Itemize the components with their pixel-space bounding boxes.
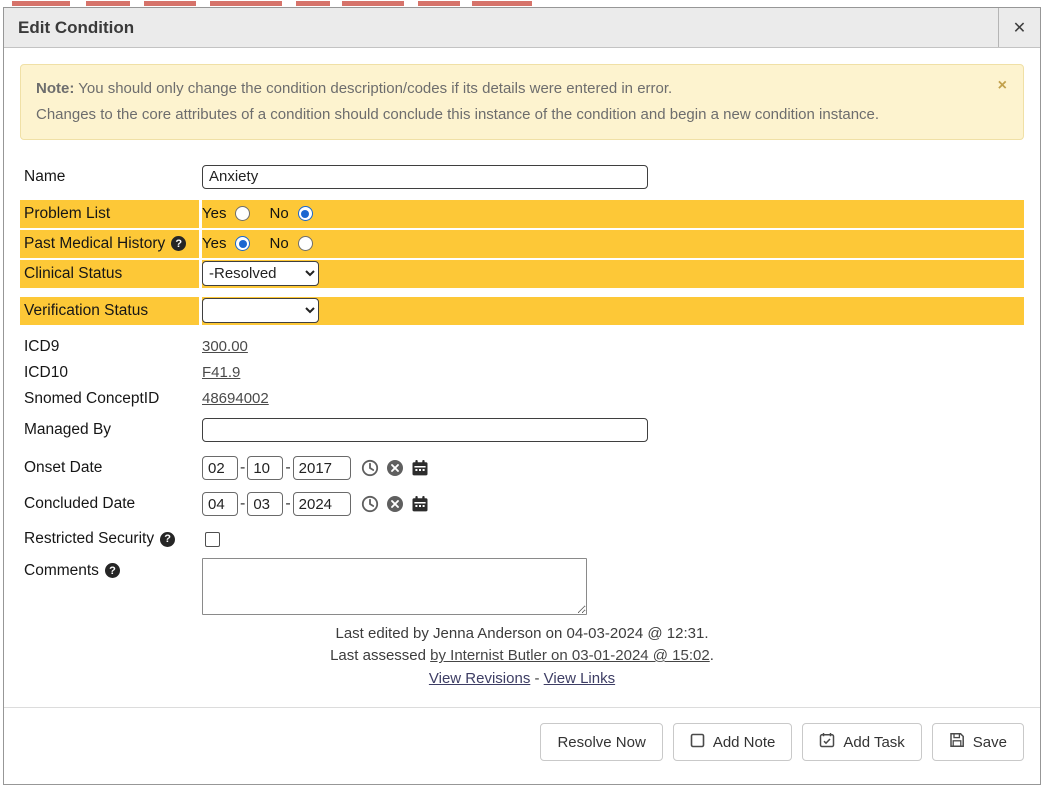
dialog-header: Edit Condition ✕: [4, 8, 1040, 48]
problem-list-yes-label: Yes: [202, 205, 226, 222]
resolve-now-button[interactable]: Resolve Now: [540, 723, 662, 761]
background-page-sliver: [0, 0, 1044, 7]
footer-divider: [4, 707, 1040, 708]
problem-list-label: Problem List: [20, 200, 202, 228]
managed-by-row: Managed By: [20, 415, 1024, 445]
onset-calendar-icon[interactable]: [411, 459, 429, 477]
help-icon[interactable]: ?: [105, 563, 120, 578]
snomed-code-link[interactable]: 48694002: [202, 390, 269, 407]
past-medical-history-radio-group: Yes No: [202, 235, 1024, 252]
last-assessed-link[interactable]: by Internist Butler on 03-01-2024 @ 15:0…: [430, 647, 710, 664]
clinical-status-label: Clinical Status: [20, 260, 202, 288]
restricted-security-row: Restricted Security ?: [20, 526, 1024, 553]
name-label: Name: [20, 168, 202, 186]
help-icon[interactable]: ?: [171, 236, 186, 251]
concluded-year-input[interactable]: [293, 492, 351, 516]
close-icon: ✕: [1013, 18, 1026, 38]
icd10-code-link[interactable]: F41.9: [202, 364, 240, 381]
dismiss-note-icon[interactable]: ×: [998, 78, 1007, 94]
verification-status-select[interactable]: [202, 298, 319, 323]
concluded-clear-icon[interactable]: [386, 495, 404, 513]
footer-button-bar: Resolve Now Add Note Add Task Save: [20, 723, 1024, 761]
onset-year-input[interactable]: [293, 456, 351, 480]
pmh-yes-label: Yes: [202, 235, 226, 252]
add-note-button[interactable]: Add Note: [673, 723, 793, 761]
icd10-label: ICD10: [20, 364, 202, 382]
past-medical-history-row: Past Medical History ? Yes No: [20, 230, 1024, 258]
add-task-button[interactable]: Add Task: [802, 723, 921, 761]
onset-clear-icon[interactable]: [386, 459, 404, 477]
problem-list-row: Problem List Yes No: [20, 200, 1024, 228]
icd9-label: ICD9: [20, 338, 202, 356]
onset-month-input[interactable]: [202, 456, 238, 480]
verification-status-row: Verification Status: [20, 297, 1024, 325]
dialog-body: Note: You should only change the conditi…: [4, 48, 1040, 784]
view-links-link[interactable]: View Links: [544, 670, 615, 687]
edit-condition-dialog: Edit Condition ✕ Note: You should only c…: [3, 7, 1041, 785]
last-assessed-text: Last assessed by Internist Butler on 03-…: [20, 645, 1024, 668]
help-icon[interactable]: ?: [160, 532, 175, 547]
name-input[interactable]: [202, 165, 648, 189]
past-medical-history-label: Past Medical History ?: [20, 230, 202, 258]
icd10-row: ICD10 F41.9: [20, 360, 1024, 386]
icd9-code-link[interactable]: 300.00: [202, 338, 248, 355]
managed-by-input[interactable]: [202, 418, 648, 442]
calendar-check-icon: [819, 732, 835, 752]
view-links-line: View Revisions - View Links: [20, 668, 1024, 691]
restricted-security-checkbox[interactable]: [205, 532, 220, 547]
concluded-month-input[interactable]: [202, 492, 238, 516]
note-label: Note:: [36, 80, 74, 97]
note-line-1: Note: You should only change the conditi…: [36, 76, 983, 102]
note-icon: [690, 733, 705, 752]
clinical-status-row: Clinical Status -Resolved: [20, 260, 1024, 288]
problem-list-radio-group: Yes No: [202, 205, 1024, 222]
problem-list-no-label: No: [269, 205, 288, 222]
save-icon: [949, 732, 965, 752]
note-line-2: Changes to the core attributes of a cond…: [36, 102, 983, 128]
snomed-label: Snomed ConceptID: [20, 390, 202, 408]
dialog-title: Edit Condition: [4, 18, 134, 38]
onset-current-time-icon[interactable]: [361, 459, 379, 477]
snomed-row: Snomed ConceptID 48694002: [20, 386, 1024, 412]
concluded-date-row: Concluded Date - -: [20, 490, 1024, 519]
name-row: Name: [20, 162, 1024, 192]
concluded-current-time-icon[interactable]: [361, 495, 379, 513]
concluded-calendar-icon[interactable]: [411, 495, 429, 513]
concluded-day-input[interactable]: [247, 492, 283, 516]
save-button[interactable]: Save: [932, 723, 1024, 761]
warning-note-banner: Note: You should only change the conditi…: [20, 64, 1024, 140]
onset-date-row: Onset Date - -: [20, 454, 1024, 483]
audit-info: Last edited by Jenna Anderson on 04-03-2…: [20, 623, 1024, 691]
verification-status-label: Verification Status: [20, 297, 202, 325]
managed-by-label: Managed By: [20, 421, 202, 439]
pmh-no-label: No: [269, 235, 288, 252]
comments-row: Comments ?: [20, 558, 1024, 615]
view-revisions-link[interactable]: View Revisions: [429, 670, 530, 687]
restricted-security-label: Restricted Security ?: [20, 530, 202, 548]
onset-day-input[interactable]: [247, 456, 283, 480]
comments-textarea[interactable]: [202, 558, 587, 615]
pmh-no-radio[interactable]: [298, 236, 313, 251]
clinical-status-select[interactable]: -Resolved: [202, 261, 319, 286]
pmh-yes-radio[interactable]: [235, 236, 250, 251]
comments-label: Comments ?: [20, 558, 202, 580]
last-edited-text: Last edited by Jenna Anderson on 04-03-2…: [20, 623, 1024, 646]
problem-list-yes-radio[interactable]: [235, 206, 250, 221]
problem-list-no-radio[interactable]: [298, 206, 313, 221]
concluded-date-label: Concluded Date: [20, 495, 202, 513]
icd9-row: ICD9 300.00: [20, 334, 1024, 360]
onset-date-label: Onset Date: [20, 459, 202, 477]
close-button[interactable]: ✕: [998, 8, 1040, 47]
